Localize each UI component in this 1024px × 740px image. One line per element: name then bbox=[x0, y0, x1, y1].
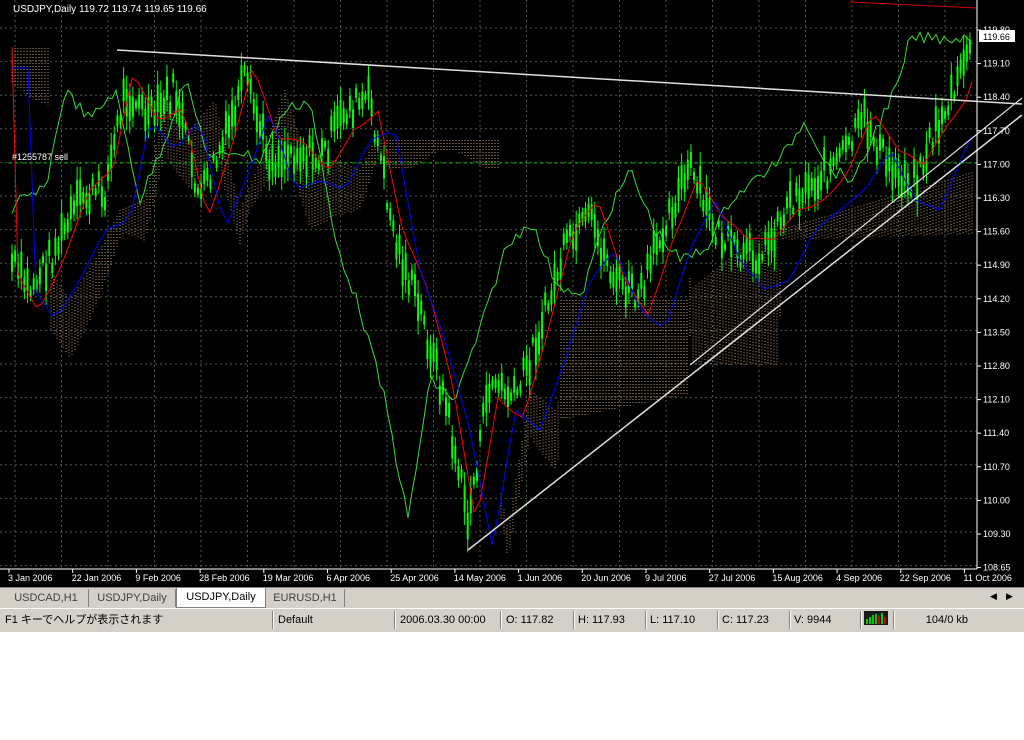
price-tick-label: 118.40 bbox=[983, 92, 1010, 102]
price-tick-label: 114.20 bbox=[983, 294, 1010, 304]
support-trendline bbox=[467, 114, 1023, 551]
chart-tab-bar: USDCAD,H1 USDJPY,Daily USDJPY,Daily EURU… bbox=[0, 587, 1024, 609]
price-tick-label: 110.70 bbox=[983, 462, 1010, 472]
price-tick-label: 109.30 bbox=[983, 529, 1011, 539]
price-tick-label: 108.65 bbox=[983, 563, 1011, 573]
upper-red-line bbox=[849, 1, 978, 9]
date-tick-label: 1 Jun 2006 bbox=[518, 573, 563, 583]
order-label: #1255787 sell bbox=[12, 152, 68, 162]
date-tick-label: 22 Sep 2006 bbox=[900, 573, 951, 583]
price-axis: 119.80119.10118.40117.70117.00116.30115.… bbox=[977, 25, 1011, 573]
date-tick-label: 3 Jan 2006 bbox=[8, 573, 53, 583]
price-tick-label: 113.50 bbox=[983, 327, 1010, 337]
price-tick-label: 112.80 bbox=[983, 361, 1010, 371]
chart-grid bbox=[0, 0, 977, 569]
price-tick-label: 114.90 bbox=[983, 260, 1010, 270]
price-tick-label: 116.30 bbox=[983, 193, 1010, 203]
date-tick-label: 28 Feb 2006 bbox=[199, 573, 250, 583]
date-tick-label: 19 Mar 2006 bbox=[263, 573, 314, 583]
tenkan-line bbox=[11, 47, 973, 514]
status-open: O: 117.82 bbox=[506, 614, 554, 626]
chart-area[interactable]: 119.80119.10118.40117.70117.00116.30115.… bbox=[0, 0, 1024, 587]
resistance-trendline bbox=[116, 49, 1023, 105]
status-datetime: 2006.03.30 00:00 bbox=[400, 614, 486, 626]
date-tick-label: 22 Jan 2006 bbox=[72, 573, 122, 583]
date-tick-label: 14 May 2006 bbox=[454, 573, 506, 583]
price-tick-label: 119.10 bbox=[983, 59, 1010, 69]
arrow-left-icon[interactable]: ◀ bbox=[990, 591, 997, 602]
chart-ohlc: 119.72 119.74 119.65 119.66 bbox=[79, 4, 207, 15]
tab-eurusd-h1[interactable]: EURUSD,H1 bbox=[266, 589, 345, 607]
price-tick-label: 117.00 bbox=[983, 159, 1010, 169]
price-chart[interactable]: 119.80119.10118.40117.70117.00116.30115.… bbox=[0, 0, 1024, 587]
status-profile: Default bbox=[278, 614, 313, 626]
status-low: L: 117.10 bbox=[650, 614, 696, 626]
status-close: C: 117.23 bbox=[722, 614, 769, 626]
price-tick-label: 117.70 bbox=[983, 126, 1010, 136]
date-tick-label: 15 Aug 2006 bbox=[772, 573, 823, 583]
price-tick-label: 115.60 bbox=[983, 227, 1010, 237]
date-tick-label: 4 Sep 2006 bbox=[836, 573, 882, 583]
time-axis: 3 Jan 2006 22 Jan 2006 9 Feb 2006 28 Feb 20… bbox=[8, 569, 1012, 583]
status-traffic: 104/0 kb bbox=[925, 614, 968, 626]
chikou-line bbox=[11, 31, 973, 518]
connection-bars-icon bbox=[864, 611, 888, 625]
chart-title: USDJPY,Daily bbox=[13, 4, 76, 15]
date-tick-label: 9 Feb 2006 bbox=[135, 573, 181, 583]
tab-usdcad-h1[interactable]: USDCAD,H1 bbox=[4, 589, 89, 607]
kijun-line bbox=[12, 67, 973, 545]
date-tick-label: 25 Apr 2006 bbox=[390, 573, 439, 583]
price-tick-label: 112.10 bbox=[983, 395, 1010, 405]
price-tick-label: 110.00 bbox=[983, 495, 1010, 505]
date-tick-label: 6 Apr 2006 bbox=[327, 573, 371, 583]
date-tick-label: 9 Jul 2006 bbox=[645, 573, 687, 583]
tab-usdjpy-daily-2[interactable]: USDJPY,Daily bbox=[176, 588, 266, 608]
status-volume: V: 9944 bbox=[794, 614, 832, 626]
date-tick-label: 11 Oct 2006 bbox=[964, 573, 1012, 583]
status-help: F1 キーでヘルプが表示されます bbox=[5, 614, 164, 626]
current-price-label: 119.66 bbox=[983, 32, 1010, 42]
ichimoku-cloud bbox=[11, 48, 973, 554]
tab-usdjpy-daily-1[interactable]: USDJPY,Daily bbox=[89, 589, 176, 607]
date-tick-label: 27 Jul 2006 bbox=[709, 573, 756, 583]
status-high: H: 117.93 bbox=[578, 614, 625, 626]
price-tick-label: 111.40 bbox=[983, 428, 1009, 438]
arrow-right-icon[interactable]: ▶ bbox=[1006, 591, 1013, 602]
terminal-window: 119.80119.10118.40117.70117.00116.30115.… bbox=[0, 0, 1024, 632]
date-tick-label: 20 Jun 2006 bbox=[581, 573, 631, 583]
